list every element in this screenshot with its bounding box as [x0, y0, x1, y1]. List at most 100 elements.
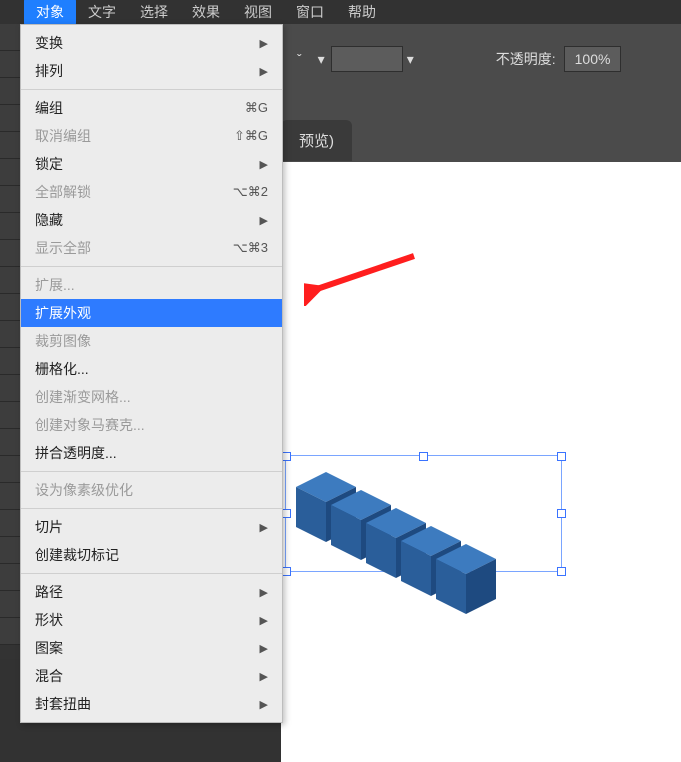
menu-item-label: 裁剪图像	[35, 331, 91, 351]
tool-slot[interactable]	[0, 159, 20, 186]
tool-slot[interactable]	[0, 402, 20, 429]
submenu-arrow-icon: ▶	[260, 158, 268, 171]
tool-slot[interactable]	[0, 483, 20, 510]
menu-item-label: 隐藏	[35, 210, 63, 230]
menu-item-label: 变换	[35, 33, 63, 53]
menu-item: 创建渐变网格...	[21, 383, 282, 411]
submenu-arrow-icon: ▶	[260, 670, 268, 683]
menubar-item-effect[interactable]: 效果	[180, 0, 232, 25]
menu-item[interactable]: 创建裁切标记	[21, 541, 282, 569]
menubar-item-view[interactable]: 视图	[232, 0, 284, 25]
tool-slot[interactable]	[0, 294, 20, 321]
submenu-arrow-icon: ▶	[260, 65, 268, 78]
submenu-arrow-icon: ▶	[260, 586, 268, 599]
tool-slot[interactable]	[0, 375, 20, 402]
menu-item-label: 封套扭曲	[35, 694, 91, 714]
menu-item-label: 创建裁切标记	[35, 545, 119, 565]
tool-slot[interactable]	[0, 267, 20, 294]
menubar-item-label: 视图	[244, 4, 272, 20]
fill-swatch[interactable]	[331, 46, 403, 72]
menu-item[interactable]: 形状▶	[21, 606, 282, 634]
menu-item-label: 排列	[35, 61, 63, 81]
submenu-arrow-icon: ▶	[260, 614, 268, 627]
tool-slot[interactable]	[0, 132, 20, 159]
menu-shortcut: ⌥⌘2	[233, 184, 268, 200]
tool-slot[interactable]	[0, 510, 20, 537]
object-menu-dropdown: 变换 ▶ 排列 ▶ 编组⌘G 取消编组 ⇧⌘G 锁定 ▶ 全部解锁 ⌥⌘2 隐藏 ▶ 显示全部⌥⌘3 扩展.…	[20, 24, 283, 723]
menu-item-label: 设为像素级优化	[35, 480, 133, 500]
menu-item-label: 混合	[35, 666, 63, 686]
submenu-arrow-icon: ▶	[260, 698, 268, 711]
tool-slot[interactable]	[0, 591, 20, 618]
tool-slot[interactable]	[0, 240, 20, 267]
menu-item[interactable]: 锁定 ▶	[21, 150, 282, 178]
tool-slot[interactable]	[0, 321, 20, 348]
menu-item-label: 扩展...	[35, 275, 75, 295]
menu-item: 取消编组 ⇧⌘G	[21, 122, 282, 150]
menu-item[interactable]: 排列 ▶	[21, 57, 282, 85]
menu-item[interactable]: 栅格化...	[21, 355, 282, 383]
menu-item[interactable]: 图案▶	[21, 634, 282, 662]
menu-item-label: 显示全部	[35, 238, 91, 258]
opacity-value: 100%	[575, 51, 611, 67]
menubar-item-window[interactable]: 窗口	[284, 0, 336, 25]
menu-item[interactable]: 封套扭曲 ▶	[21, 690, 282, 718]
tool-slot[interactable]	[0, 564, 20, 591]
menu-item: 设为像素级优化	[21, 476, 282, 504]
menubar-item-select[interactable]: 选择	[128, 0, 180, 25]
menu-item-label: 锁定	[35, 154, 63, 174]
menu-shortcut: ⇧⌘G	[234, 128, 268, 144]
tool-strip	[0, 24, 20, 659]
menu-item: 裁剪图像	[21, 327, 282, 355]
menu-item-label: 拼合透明度...	[35, 443, 117, 463]
submenu-arrow-icon: ▶	[260, 37, 268, 50]
menubar-item-help[interactable]: 帮助	[336, 0, 388, 25]
menu-item: 扩展...	[21, 271, 282, 299]
document-tab-label: 预览)	[299, 133, 334, 150]
tool-slot[interactable]	[0, 213, 20, 240]
menu-item-label: 取消编组	[35, 126, 91, 146]
annotation-arrow	[304, 246, 424, 306]
menu-item[interactable]: 隐藏 ▶	[21, 206, 282, 234]
menu-item: 显示全部⌥⌘3	[21, 234, 282, 262]
menu-item[interactable]: 混合 ▶	[21, 662, 282, 690]
tool-slot[interactable]	[0, 78, 20, 105]
document-tabs: 预览)	[281, 118, 352, 162]
tool-slot[interactable]	[0, 348, 20, 375]
tool-slot[interactable]	[0, 186, 20, 213]
opacity-field[interactable]: 100%	[564, 46, 622, 72]
menubar-item-object[interactable]: 对象	[24, 0, 76, 25]
menu-item-label: 扩展外观	[35, 303, 91, 323]
menu-item-label: 全部解锁	[35, 182, 91, 202]
menu-item[interactable]: 切片▶	[21, 513, 282, 541]
tool-slot[interactable]	[0, 537, 20, 564]
menu-item-label: 创建对象马赛克...	[35, 415, 145, 435]
menubar-item-label: 帮助	[348, 4, 376, 20]
menu-item: 全部解锁 ⌥⌘2	[21, 178, 282, 206]
tool-slot[interactable]	[0, 456, 20, 483]
menu-item: 创建对象马赛克...	[21, 411, 282, 439]
menu-item[interactable]: 变换 ▶	[21, 29, 282, 57]
tool-slot[interactable]	[0, 51, 20, 78]
tool-slot[interactable]	[0, 24, 20, 51]
chevron-down-icon[interactable]: ˇ	[297, 51, 302, 67]
menu-item-label: 创建渐变网格...	[35, 387, 131, 407]
artwork-3d-text[interactable]	[281, 447, 581, 617]
separator: ▾	[318, 51, 325, 68]
tool-slot[interactable]	[0, 105, 20, 132]
opacity-label: 不透明度:	[496, 49, 556, 69]
menu-item[interactable]: 扩展外观	[21, 299, 282, 327]
document-tab[interactable]: 预览)	[281, 120, 352, 161]
menu-item[interactable]: 拼合透明度...	[21, 439, 282, 467]
menu-item[interactable]: 编组⌘G	[21, 94, 282, 122]
menubar-item-text[interactable]: 文字	[76, 0, 128, 25]
tool-slot[interactable]	[0, 429, 20, 456]
menubar-item-label: 选择	[140, 4, 168, 20]
menubar-item-label: 效果	[192, 4, 220, 20]
tool-slot[interactable]	[0, 618, 20, 645]
chevron-down-icon[interactable]: ▾	[407, 51, 414, 68]
menu-item[interactable]: 路径 ▶	[21, 578, 282, 606]
submenu-arrow-icon: ▶	[260, 214, 268, 227]
menu-item-label: 编组	[35, 98, 63, 118]
menu-item-label: 路径	[35, 582, 63, 602]
